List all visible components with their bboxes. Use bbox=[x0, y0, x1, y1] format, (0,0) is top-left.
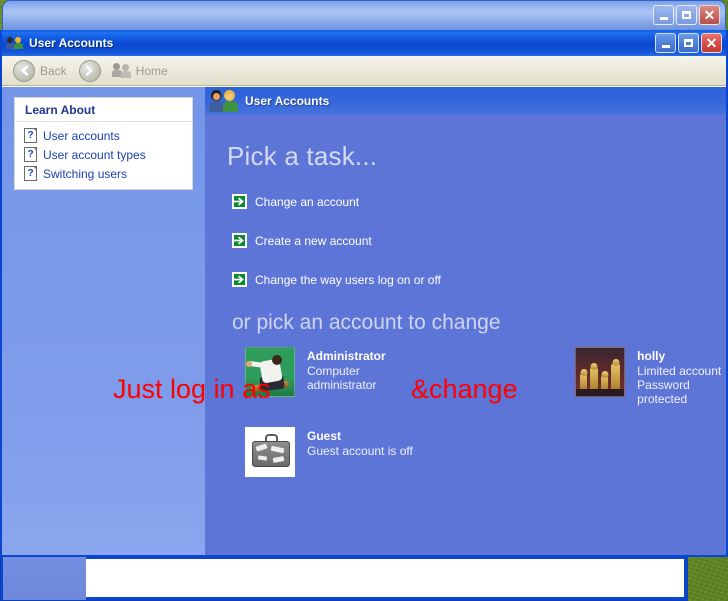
back-label: Back bbox=[40, 63, 67, 78]
maximize-button[interactable] bbox=[678, 33, 699, 53]
learn-about-list: ? User accounts ? User account types ? S… bbox=[15, 122, 192, 189]
task-label: Create a new account bbox=[255, 233, 372, 248]
minimize-icon bbox=[661, 45, 670, 48]
background-close-button[interactable]: ✕ bbox=[699, 5, 720, 25]
main-panel: User Accounts Pick a task... Change an a… bbox=[205, 87, 726, 555]
task-create-a-new-account[interactable]: Create a new account bbox=[232, 233, 726, 248]
home-button[interactable]: Home bbox=[109, 61, 172, 80]
users-icon bbox=[209, 89, 238, 113]
background-window-sidebar bbox=[1, 557, 86, 600]
sidebar-item-label: User account types bbox=[43, 147, 146, 162]
main-content: Pick a task... Change an account Create … bbox=[205, 115, 726, 483]
background-window-caption-buttons: ✕ bbox=[653, 5, 720, 25]
main-panel-header: User Accounts bbox=[205, 87, 726, 115]
account-text: Administrator Computer administrator bbox=[307, 347, 413, 392]
learn-about-title: Learn About bbox=[15, 98, 192, 122]
pick-a-task-heading: Pick a task... bbox=[227, 141, 378, 171]
sidebar-item-label: User accounts bbox=[43, 128, 120, 143]
help-question-icon: ? bbox=[24, 166, 37, 181]
account-text: holly Limited account Password protected bbox=[637, 347, 726, 406]
account-text: Guest Guest account is off bbox=[307, 427, 413, 458]
home-label: Home bbox=[135, 63, 168, 78]
account-guest[interactable]: Guest Guest account is off bbox=[245, 427, 726, 483]
account-type: Computer administrator bbox=[307, 364, 377, 392]
green-arrow-icon bbox=[232, 272, 247, 287]
task-change-logon-method[interactable]: Change the way users log on or off bbox=[232, 272, 726, 287]
close-icon: ✕ bbox=[705, 34, 718, 51]
window-title: User Accounts bbox=[29, 36, 114, 50]
minimize-button[interactable] bbox=[655, 33, 676, 53]
learn-about-panel: Learn About ? User accounts ? User accou… bbox=[14, 97, 193, 190]
task-list: Change an account Create a new account C… bbox=[232, 194, 726, 287]
account-name: Administrator bbox=[307, 349, 386, 363]
background-maximize-button[interactable] bbox=[676, 5, 697, 25]
annotation-just-log-in-as: Just log in as bbox=[113, 374, 271, 404]
green-arrow-icon bbox=[232, 233, 247, 248]
forward-button[interactable] bbox=[75, 58, 105, 84]
help-question-icon: ? bbox=[24, 147, 37, 162]
close-icon: ✕ bbox=[703, 6, 716, 23]
background-window-content bbox=[86, 559, 684, 597]
main-panel-title: User Accounts bbox=[245, 94, 330, 108]
green-arrow-icon bbox=[232, 194, 247, 209]
window-body: Learn About ? User accounts ? User accou… bbox=[2, 86, 726, 555]
help-question-icon: ? bbox=[24, 128, 37, 143]
task-label: Change an account bbox=[255, 194, 360, 209]
maximize-icon bbox=[682, 11, 691, 19]
sidebar-item-user-accounts[interactable]: ? User accounts bbox=[15, 126, 192, 145]
account-name: Guest bbox=[307, 429, 342, 443]
window-caption-buttons: ✕ bbox=[655, 33, 722, 53]
back-button[interactable]: Back bbox=[9, 58, 71, 84]
navigation-toolbar: Back Home bbox=[2, 56, 726, 86]
home-users-icon bbox=[111, 63, 131, 78]
background-window-titlebar[interactable]: ✕ bbox=[2, 0, 726, 30]
task-label: Change the way users log on or off bbox=[255, 272, 441, 287]
account-password-status: Password protected bbox=[637, 378, 690, 406]
annotation-and-change: &change bbox=[411, 374, 518, 404]
users-icon bbox=[6, 36, 23, 50]
sidebar-item-label: Switching users bbox=[43, 166, 128, 181]
task-change-an-account[interactable]: Change an account bbox=[232, 194, 726, 209]
maximize-icon bbox=[684, 39, 693, 47]
account-name: holly bbox=[637, 349, 666, 363]
minimize-icon bbox=[659, 17, 668, 20]
sidebar-item-switching-users[interactable]: ? Switching users bbox=[15, 164, 192, 183]
account-holly[interactable]: holly Limited account Password protected bbox=[575, 347, 726, 406]
window-titlebar[interactable]: User Accounts ✕ bbox=[2, 30, 726, 56]
arrow-left-icon bbox=[13, 59, 35, 82]
arrow-right-icon bbox=[78, 59, 101, 82]
sidebar: Learn About ? User accounts ? User accou… bbox=[2, 87, 205, 555]
account-status: Guest account is off bbox=[307, 444, 413, 458]
chess-pieces-avatar bbox=[575, 347, 626, 397]
background-window-body[interactable] bbox=[0, 556, 688, 601]
background-minimize-button[interactable] bbox=[653, 5, 674, 25]
account-type: Limited account bbox=[637, 364, 722, 378]
sidebar-item-user-account-types[interactable]: ? User account types bbox=[15, 145, 192, 164]
suitcase-avatar bbox=[245, 427, 295, 477]
user-accounts-window: User Accounts ✕ Back Home Learn About ? … bbox=[0, 30, 728, 557]
pick-an-account-heading: or pick an account to change bbox=[232, 311, 501, 334]
close-button[interactable]: ✕ bbox=[701, 33, 722, 53]
accounts-list: Administrator Computer administrator hol… bbox=[245, 347, 726, 483]
